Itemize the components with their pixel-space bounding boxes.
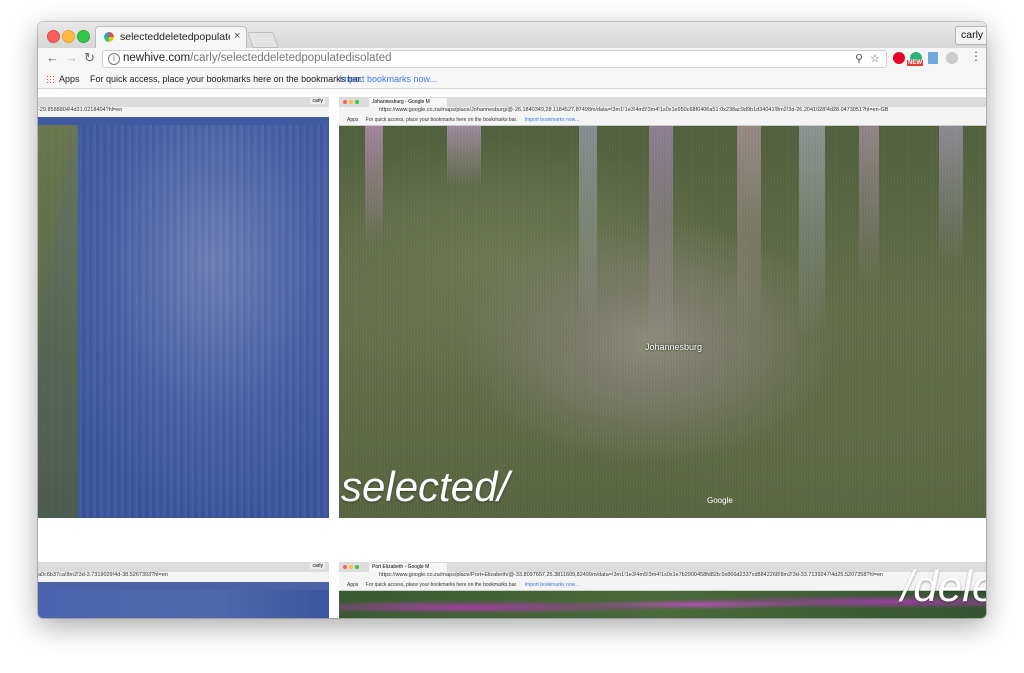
speaker-icon[interactable]	[946, 52, 958, 64]
browser-window: selecteddeletedpopulatedisola × carly ← …	[38, 22, 986, 618]
mini-zoom-icon	[355, 100, 359, 104]
profile-button[interactable]: carly	[955, 26, 986, 45]
new-tab-button[interactable]	[247, 32, 279, 48]
import-bookmarks-link[interactable]: Import bookmarks now...	[339, 74, 437, 84]
ocean-map-image	[38, 125, 329, 518]
mini-import-link: Import bookmarks now...	[524, 117, 580, 123]
mini-profile: carly	[310, 98, 325, 104]
apps-grid-icon[interactable]	[46, 75, 55, 84]
mini-bookmarks-msg: For quick access, place your bookmarks h…	[365, 582, 518, 588]
newhive-favicon-icon	[104, 32, 114, 42]
mini-url: https://www.google.co.za/maps/place/Port…	[379, 572, 884, 578]
mini-toolbar: https://www.google.co.za/maps/place/Joha…	[339, 107, 986, 117]
glitch-stripes	[38, 125, 329, 518]
mini-bookmarks-bar: Apps For quick access, place your bookma…	[339, 117, 986, 126]
star-icon[interactable]: ☆	[870, 52, 880, 65]
key-icon[interactable]: ⚲	[855, 52, 863, 65]
mini-toolbar: https://www.google.co.za/maps/place/Port…	[339, 572, 986, 582]
address-bar[interactable]: i newhive.com/carly/selecteddeletedpopul…	[102, 50, 887, 68]
mini-bookmarks-msg: For quick access, place your bookmarks h…	[365, 117, 518, 123]
overlay-text-selected: selected/	[341, 463, 510, 510]
browser-tab[interactable]: selecteddeletedpopulatedisola ×	[95, 26, 247, 48]
tab-title: selecteddeletedpopulatedisola	[120, 31, 230, 43]
title-bar: selecteddeletedpopulatedisola × carly	[38, 22, 986, 48]
mini-apps: Apps	[347, 117, 359, 123]
mini-zoom-icon	[355, 565, 359, 569]
url-path: /carly/selecteddeletedpopulatedisolated	[190, 52, 392, 64]
document-icon[interactable]	[928, 52, 938, 64]
bookmarks-bar: Apps For quick access, place your bookma…	[38, 70, 986, 89]
screenshot-top-right: Johannesburg - Google M https://www.goog…	[339, 97, 986, 518]
mini-titlebar: Port Elizabeth - Google M	[339, 562, 986, 572]
land-strip	[38, 125, 78, 518]
mini-minimize-icon	[349, 100, 353, 104]
port-elizabeth-map-image	[339, 591, 986, 618]
apps-link[interactable]: Apps	[59, 74, 80, 84]
mini-tab-title: Port Elizabeth - Google M	[369, 563, 447, 572]
mini-toolbar: a0c6b37ca!8m2!3d-3.7319029!4d-38.5267393…	[38, 572, 329, 582]
mini-titlebar: carly	[38, 97, 329, 107]
google-logo: Google	[707, 496, 733, 505]
pinterest-icon[interactable]	[893, 52, 905, 64]
mini-toolbar: -29.8588804!4d31.0218404?hl=en	[38, 107, 329, 117]
minimize-window-button[interactable]	[62, 30, 75, 43]
mini-close-icon	[343, 565, 347, 569]
johannesburg-map-image: Johannesburg Google	[339, 126, 986, 518]
mini-titlebar: Johannesburg - Google M	[339, 97, 986, 107]
reload-icon[interactable]: ↻	[84, 50, 95, 66]
mini-minimize-icon	[349, 565, 353, 569]
screenshot-top-left: carly -29.8588804!4d31.0218404?hl=en	[38, 97, 329, 518]
mini-url: -29.8588804!4d31.0218404?hl=en	[38, 107, 123, 113]
zoom-window-button[interactable]	[77, 30, 90, 43]
info-icon[interactable]: i	[108, 53, 120, 65]
mini-tab-title: Johannesburg - Google M	[369, 98, 447, 107]
mini-import-link: Import bookmarks now...	[524, 582, 580, 588]
toolbar: ← → ↻ i newhive.com/carly/selecteddelete…	[38, 48, 986, 70]
city-label: Johannesburg	[645, 342, 703, 352]
mini-bookmarks-bar: Apps For quick access, place your bookma…	[339, 582, 986, 591]
screenshot-bottom-left: carly a0c6b37ca!8m2!3d-3.7319029!4d-38.5…	[38, 562, 329, 618]
tab-close-icon[interactable]: ×	[234, 30, 240, 42]
mini-apps: Apps	[347, 582, 359, 588]
close-window-button[interactable]	[47, 30, 60, 43]
overlay-text-deleted: /dele	[901, 562, 986, 611]
screenshot-bottom-right: Port Elizabeth - Google M https://www.go…	[339, 562, 986, 618]
new-badge: NEW	[907, 60, 923, 66]
url-text[interactable]: newhive.com/carly/selecteddeletedpopulat…	[123, 52, 392, 64]
bookmarks-message: For quick access, place your bookmarks h…	[90, 74, 363, 84]
ocean-map-image	[38, 590, 329, 618]
url-domain: newhive.com	[123, 52, 191, 64]
forward-arrow-icon[interactable]: →	[65, 50, 78, 65]
page-content: carly -29.8588804!4d31.0218404?hl=en Joh…	[38, 89, 986, 618]
menu-kebab-icon[interactable]: ⋮	[970, 49, 982, 63]
mini-url: https://www.google.co.za/maps/place/Joha…	[379, 107, 889, 113]
mini-close-icon	[343, 100, 347, 104]
mini-titlebar: carly	[38, 562, 329, 572]
mini-url: a0c6b37ca!8m2!3d-3.7319029!4d-38.5267393…	[38, 572, 168, 578]
glitch-noise	[339, 126, 986, 518]
mini-profile: carly	[310, 563, 325, 569]
back-arrow-icon[interactable]: ←	[46, 50, 59, 65]
